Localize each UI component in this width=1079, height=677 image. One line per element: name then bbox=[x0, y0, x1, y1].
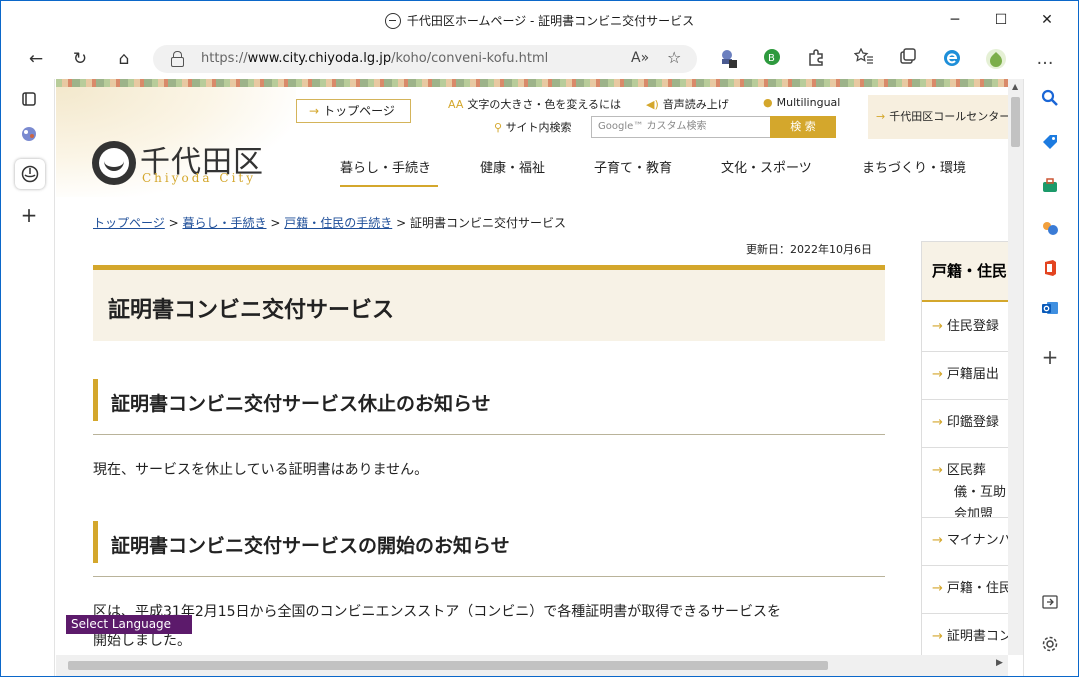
refresh-icon[interactable]: ↻ bbox=[65, 45, 95, 73]
local-menu-item-funeral[interactable]: → 区民葬儀・互助会加盟 bbox=[922, 448, 1008, 518]
nav-town-environment[interactable]: まちづくり・環境 bbox=[862, 157, 966, 187]
nav-health-welfare[interactable]: 健康・福祉 bbox=[480, 157, 545, 187]
site-search-input[interactable]: Google™ カスタム検索 bbox=[591, 116, 771, 138]
title-bar: 千代田区ホームページ - 証明書コンビニ交付サービス ─ ☐ ✕ bbox=[1, 1, 1078, 39]
horizontal-scrollbar[interactable]: ▶ bbox=[56, 655, 1008, 676]
svg-text:B: B bbox=[768, 53, 775, 64]
tab-favicon-globe-icon[interactable] bbox=[17, 125, 41, 149]
add-favorite-icon[interactable]: ☆ bbox=[667, 48, 681, 67]
nav-childcare-education[interactable]: 子育て・教育 bbox=[594, 157, 672, 187]
scroll-up-icon[interactable]: ▲ bbox=[1012, 82, 1018, 91]
extensions-puzzle-icon[interactable] bbox=[805, 48, 827, 70]
more-menu-icon[interactable]: … bbox=[1034, 48, 1056, 70]
right-sidebar: + bbox=[1023, 79, 1078, 676]
local-menu-item-residence[interactable]: → 住民登録 bbox=[922, 304, 1008, 352]
section-heading-start: 証明書コンビニ交付サービスの開始のお知らせ bbox=[93, 521, 885, 577]
site-favicon-icon bbox=[384, 13, 401, 29]
select-language-button[interactable]: Select Language bbox=[66, 615, 192, 634]
breadcrumb: トップページ > 暮らし・手続き > 戸籍・住民の手続き > 証明書コンビニ交付… bbox=[93, 216, 566, 230]
collections-icon[interactable] bbox=[897, 48, 919, 70]
vertical-scroll-thumb[interactable] bbox=[1011, 97, 1020, 147]
back-icon[interactable]: ← bbox=[21, 45, 51, 73]
extension-b-icon[interactable]: B bbox=[761, 48, 783, 70]
lock-icon[interactable] bbox=[171, 51, 184, 67]
chiyoda-logo[interactable]: 千代田区 Chiyoda City bbox=[92, 139, 272, 189]
browser-window: 千代田区ホームページ - 証明書コンビニ交付サービス ─ ☐ ✕ ← ↻ ⌂ h… bbox=[1, 1, 1078, 676]
minimize-button[interactable]: ─ bbox=[932, 9, 978, 31]
tools-briefcase-icon[interactable] bbox=[1038, 177, 1062, 201]
local-menu-item-mynumber[interactable]: →マイナンバー bbox=[922, 518, 1008, 566]
breadcrumb-link-family-register[interactable]: 戸籍・住民の手続き bbox=[284, 216, 392, 230]
local-menu-item-seal[interactable]: → 印鑑登録 bbox=[922, 400, 1008, 448]
vertical-scrollbar[interactable]: ▲ bbox=[1008, 79, 1023, 655]
browser-toolbar: ← ↻ ⌂ https://www.city.chiyoda.lg.jp/koh… bbox=[1, 39, 1078, 79]
shopping-tag-icon[interactable] bbox=[1038, 133, 1062, 157]
multilingual-link[interactable]: ● Multilingual bbox=[763, 96, 840, 109]
url-text[interactable]: https://www.city.chiyoda.lg.jp/koho/conv… bbox=[201, 51, 548, 66]
edge-ie-mode-icon[interactable] bbox=[941, 48, 963, 70]
new-tab-icon[interactable]: + bbox=[17, 203, 41, 227]
chiyoda-emblem-icon bbox=[92, 141, 136, 185]
close-button[interactable]: ✕ bbox=[1024, 9, 1070, 31]
breadcrumb-link-living[interactable]: 暮らし・手続き bbox=[182, 216, 266, 230]
read-aloud-icon[interactable]: A» bbox=[631, 50, 649, 66]
local-menu-heading: 戸籍・住民の手続き bbox=[922, 242, 1008, 302]
site-search-button[interactable]: 検 索 bbox=[770, 116, 836, 138]
local-menu: 戸籍・住民の手続き →住民登録 →戸籍届出 →印鑑登録 →区民葬儀・互助会加盟 … bbox=[921, 241, 1008, 655]
text-size-link[interactable]: AA 文字の大きさ・色を変えるには bbox=[448, 96, 621, 112]
section-start-text-line1: 区は、平成31年2月15日から全国のコンビニエンスストア（コンビニ）で各種証明書… bbox=[93, 604, 781, 620]
local-menu-item-family-register[interactable]: → 戸籍届出 bbox=[922, 352, 1008, 400]
arrow-right-icon: → bbox=[309, 104, 320, 118]
call-center-link[interactable]: → 千代田区コールセンター bbox=[868, 95, 1008, 139]
office-icon[interactable] bbox=[1038, 259, 1062, 283]
horizontal-scroll-thumb[interactable] bbox=[68, 661, 828, 670]
nav-living-procedures[interactable]: 暮らし・手続き bbox=[340, 157, 438, 187]
local-menu-item-family-resident[interactable]: → 戸籍・住民 bbox=[922, 566, 1008, 614]
maximize-button[interactable]: ☐ bbox=[978, 9, 1024, 31]
search-icon: ⚲ bbox=[494, 121, 506, 134]
scroll-right-icon[interactable]: ▶ bbox=[996, 658, 1003, 668]
address-bar[interactable]: https://www.city.chiyoda.lg.jp/koho/conv… bbox=[153, 45, 697, 73]
add-sidebar-app-icon[interactable]: + bbox=[1038, 345, 1062, 369]
home-icon[interactable]: ⌂ bbox=[109, 45, 139, 73]
page-viewport: → トップページ AA 文字の大きさ・色を変えるには ◀) 音声読み上げ ● Multi… bbox=[56, 79, 1023, 676]
window-title: 千代田区ホームページ - 証明書コンビニ交付サービス bbox=[1, 12, 1078, 29]
globe-icon: ● bbox=[763, 96, 773, 109]
updated-date: 更新日：2022年10月6日 bbox=[746, 243, 872, 256]
hide-sidebar-icon[interactable] bbox=[1038, 593, 1062, 617]
decorative-pattern-band bbox=[56, 79, 1008, 87]
games-icon[interactable] bbox=[1038, 219, 1062, 243]
search-icon[interactable] bbox=[1038, 89, 1062, 113]
arrow-right-icon: → bbox=[876, 110, 886, 123]
outlook-icon[interactable] bbox=[1038, 299, 1062, 323]
section-suspension-text: 現在、サービスを休止している証明書はありません。 bbox=[93, 462, 429, 478]
read-aloud-link[interactable]: ◀) 音声読み上げ bbox=[646, 96, 729, 112]
page-title-box: 証明書コンビニ交付サービス bbox=[93, 265, 885, 341]
profile-avatar[interactable] bbox=[985, 48, 1007, 70]
breadcrumb-current: 証明書コンビニ交付サービス bbox=[409, 216, 566, 230]
web-page: → トップページ AA 文字の大きさ・色を変えるには ◀) 音声読み上げ ● Multi… bbox=[56, 79, 1008, 655]
page-title: 証明書コンビニ交付サービス bbox=[108, 298, 395, 323]
tab-chiyoda-icon[interactable] bbox=[15, 159, 45, 189]
speaker-icon: ◀) bbox=[646, 98, 659, 111]
top-page-button[interactable]: → トップページ bbox=[296, 99, 411, 123]
extension-spy-icon[interactable] bbox=[717, 48, 739, 70]
breadcrumb-link-top[interactable]: トップページ bbox=[93, 216, 165, 230]
favorites-icon[interactable] bbox=[853, 47, 875, 70]
left-tab-sidebar: + bbox=[1, 79, 55, 676]
settings-gear-icon[interactable] bbox=[1038, 635, 1062, 659]
nav-culture-sports[interactable]: 文化・スポーツ bbox=[721, 157, 812, 187]
tab-actions-icon[interactable] bbox=[17, 91, 41, 115]
text-size-icon: AA bbox=[448, 98, 464, 111]
section-heading-suspension: 証明書コンビニ交付サービス休止のお知らせ bbox=[93, 379, 885, 435]
site-search-label: ⚲ サイト内検索 bbox=[494, 121, 572, 134]
local-menu-item-convenience[interactable]: →証明書コンビニ bbox=[922, 614, 1008, 655]
